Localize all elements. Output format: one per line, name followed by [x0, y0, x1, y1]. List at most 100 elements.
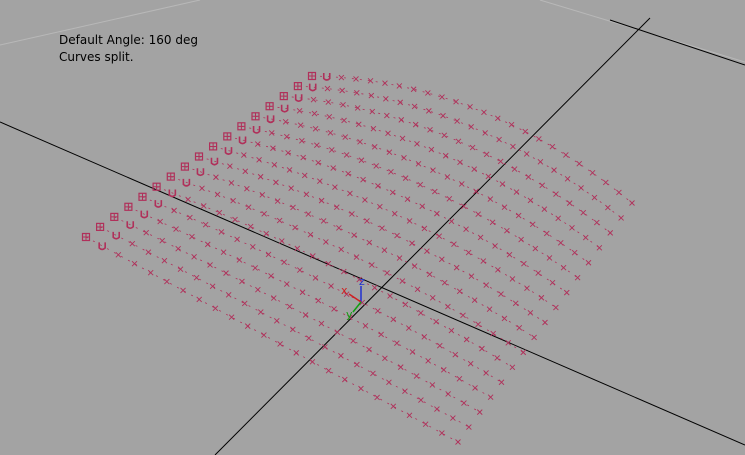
x-marker-icon[interactable] [429, 295, 436, 301]
x-marker-icon[interactable] [315, 297, 322, 304]
x-marker-icon[interactable] [480, 258, 487, 264]
x-marker-icon[interactable] [370, 370, 376, 377]
x-marker-icon[interactable] [549, 143, 556, 150]
x-marker-icon[interactable] [199, 185, 205, 192]
nurbs-curve[interactable] [194, 152, 548, 326]
x-marker-icon[interactable] [494, 115, 501, 122]
x-marker-icon[interactable] [409, 240, 415, 247]
x-marker-icon[interactable] [185, 196, 191, 203]
x-marker-icon[interactable] [193, 274, 200, 281]
x-marker-icon[interactable] [576, 160, 583, 167]
x-marker-icon[interactable] [455, 138, 462, 145]
x-marker-icon[interactable] [171, 207, 177, 214]
x-marker-icon[interactable] [375, 183, 381, 189]
x-marker-icon[interactable] [412, 121, 419, 128]
x-marker-icon[interactable] [303, 191, 310, 198]
x-marker-icon[interactable] [419, 203, 426, 210]
x-marker-icon[interactable] [532, 245, 539, 252]
x-marker-icon[interactable] [271, 161, 278, 168]
x-marker-icon[interactable] [537, 159, 544, 165]
x-marker-icon[interactable] [191, 253, 197, 260]
x-marker-icon[interactable] [441, 132, 448, 139]
x-marker-icon[interactable] [508, 121, 515, 128]
x-marker-icon[interactable] [323, 239, 329, 245]
u-marker-icon[interactable] [266, 115, 275, 124]
x-marker-icon[interactable] [472, 385, 478, 391]
x-marker-icon[interactable] [551, 167, 557, 173]
x-marker-icon[interactable] [236, 257, 243, 263]
x-marker-icon[interactable] [445, 303, 451, 310]
x-marker-icon[interactable] [341, 117, 347, 124]
x-marker-icon[interactable] [438, 256, 445, 263]
x-marker-icon[interactable] [463, 226, 469, 233]
x-marker-icon[interactable] [430, 167, 436, 174]
x-marker-icon[interactable] [223, 270, 229, 276]
curve-path[interactable] [269, 105, 600, 249]
x-marker-icon[interactable] [378, 331, 384, 338]
x-marker-icon[interactable] [466, 424, 472, 430]
x-marker-icon[interactable] [483, 282, 490, 288]
x-marker-icon[interactable] [433, 318, 439, 325]
x-marker-icon[interactable] [563, 152, 569, 158]
x-marker-icon[interactable] [501, 204, 508, 210]
x-marker-icon[interactable] [578, 185, 584, 191]
x-marker-icon[interactable] [196, 296, 203, 303]
x-marker-icon[interactable] [444, 174, 451, 180]
x-marker-icon[interactable] [360, 176, 366, 183]
x-marker-icon[interactable] [421, 225, 428, 232]
x-marker-icon[interactable] [401, 155, 407, 161]
x-marker-icon[interactable] [402, 388, 408, 394]
x-marker-icon[interactable] [131, 260, 138, 267]
x-marker-icon[interactable] [200, 203, 207, 209]
x-marker-icon[interactable] [342, 134, 349, 140]
x-marker-icon[interactable] [549, 279, 556, 286]
x-marker-icon[interactable] [453, 98, 459, 105]
x-marker-icon[interactable] [456, 288, 463, 295]
x-marker-icon[interactable] [340, 102, 346, 108]
x-marker-icon[interactable] [366, 239, 373, 246]
x-marker-icon[interactable] [475, 211, 482, 217]
x-marker-icon[interactable] [450, 415, 456, 421]
x-marker-icon[interactable] [384, 270, 390, 276]
x-marker-icon[interactable] [384, 112, 390, 119]
x-marker-icon[interactable] [220, 249, 227, 255]
x-marker-icon[interactable] [553, 304, 559, 311]
x-marker-icon[interactable] [486, 306, 493, 313]
x-marker-icon[interactable] [452, 351, 459, 358]
x-marker-icon[interactable] [175, 245, 181, 252]
x-marker-icon[interactable] [391, 210, 398, 217]
x-marker-icon[interactable] [369, 262, 375, 268]
x-marker-icon[interactable] [453, 264, 460, 271]
x-marker-icon[interactable] [510, 143, 516, 150]
curve-path[interactable] [99, 226, 470, 428]
x-marker-icon[interactable] [460, 312, 466, 319]
x-marker-icon[interactable] [522, 128, 529, 135]
x-marker-icon[interactable] [309, 358, 316, 365]
x-marker-icon[interactable] [521, 260, 527, 267]
x-marker-icon[interactable] [305, 211, 312, 217]
x-marker-icon[interactable] [560, 264, 567, 271]
x-marker-icon[interactable] [292, 224, 298, 231]
x-marker-icon[interactable] [440, 366, 447, 373]
x-marker-icon[interactable] [523, 151, 530, 157]
x-marker-icon[interactable] [398, 117, 405, 123]
x-marker-icon[interactable] [445, 391, 451, 397]
x-marker-icon[interactable] [259, 191, 266, 198]
x-marker-icon[interactable] [297, 122, 304, 128]
x-marker-icon[interactable] [422, 421, 429, 427]
3d-viewport[interactable]: z x y Default Angle: 160 deg Curves spli… [0, 0, 745, 455]
x-marker-icon[interactable] [204, 241, 211, 248]
x-marker-icon[interactable] [343, 152, 350, 158]
curve-path[interactable] [283, 95, 611, 234]
x-marker-icon[interactable] [496, 136, 502, 143]
x-marker-icon[interactable] [234, 236, 240, 243]
x-marker-icon[interactable] [479, 345, 485, 352]
x-marker-icon[interactable] [428, 146, 435, 153]
x-marker-icon[interactable] [255, 286, 261, 293]
x-marker-icon[interactable] [317, 178, 323, 185]
x-marker-icon[interactable] [471, 166, 478, 172]
x-marker-icon[interactable] [498, 379, 505, 386]
x-marker-icon[interactable] [241, 152, 247, 158]
x-marker-icon[interactable] [288, 185, 295, 192]
x-marker-icon[interactable] [382, 80, 388, 87]
